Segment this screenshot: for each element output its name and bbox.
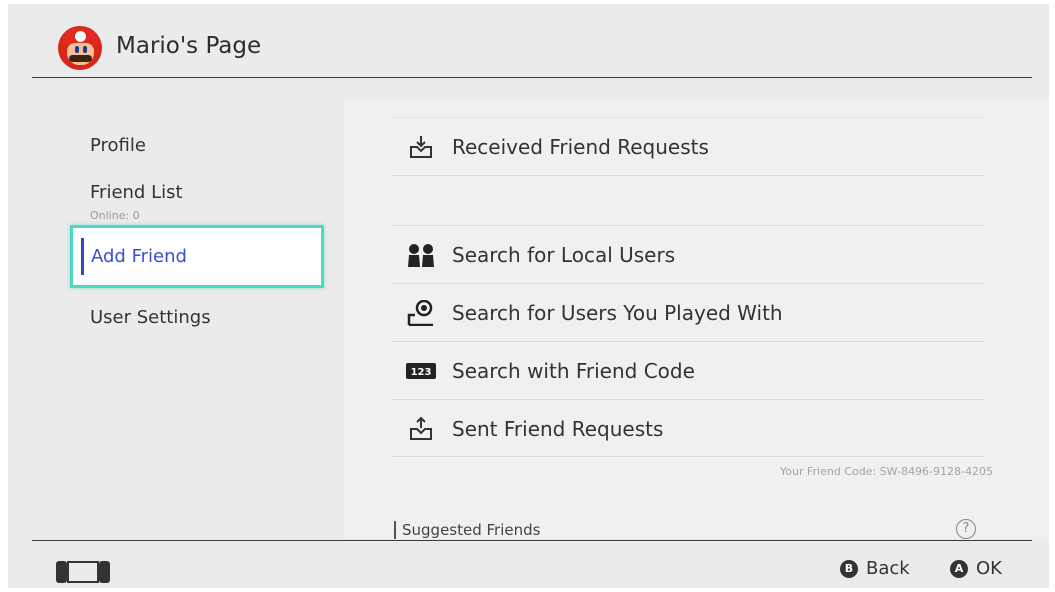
sidebar-item-profile[interactable]: Profile bbox=[90, 135, 146, 156]
friend-code-icon: 123 bbox=[406, 358, 436, 384]
header: Mario's Page bbox=[8, 4, 1049, 80]
row-label: Search for Users You Played With bbox=[452, 301, 783, 325]
header-divider bbox=[32, 77, 1032, 78]
inbox-download-icon bbox=[406, 134, 436, 160]
ok-button[interactable]: A OK bbox=[950, 558, 1002, 579]
back-button[interactable]: B Back bbox=[840, 558, 910, 579]
help-icon[interactable]: ? bbox=[956, 519, 976, 539]
inbox-upload-icon bbox=[406, 416, 436, 442]
row-label: Sent Friend Requests bbox=[452, 417, 664, 441]
friend-code-text: Your Friend Code: SW-8496-9128-4205 bbox=[780, 465, 993, 478]
mario-avatar-icon[interactable] bbox=[58, 26, 102, 70]
friend-list-online-count: Online: 0 bbox=[90, 209, 140, 222]
handheld-console-icon bbox=[56, 561, 110, 583]
suggested-friends-heading: Suggested Friends bbox=[394, 521, 540, 539]
a-button-icon: A bbox=[950, 559, 968, 578]
sent-friend-requests-row[interactable]: Sent Friend Requests bbox=[392, 399, 984, 457]
selection-indicator bbox=[81, 238, 84, 275]
search-local-users-row[interactable]: Search for Local Users bbox=[392, 225, 984, 283]
main-panel: Received Friend Requests Search for Loca… bbox=[344, 99, 1049, 539]
ok-label: OK bbox=[976, 558, 1002, 579]
back-label: Back bbox=[866, 558, 910, 579]
row-label: Received Friend Requests bbox=[452, 135, 709, 159]
row-label: Search with Friend Code bbox=[452, 359, 695, 383]
local-users-icon bbox=[406, 242, 436, 268]
page-title: Mario's Page bbox=[116, 33, 262, 59]
played-with-icon bbox=[406, 300, 436, 326]
sidebar-item-label: Add Friend bbox=[91, 246, 187, 267]
b-button-icon: B bbox=[840, 559, 858, 578]
sidebar-item-user-settings[interactable]: User Settings bbox=[90, 307, 211, 328]
search-friend-code-row[interactable]: 123 Search with Friend Code bbox=[392, 341, 984, 399]
sidebar: Profile Friend List Online: 0 User Setti… bbox=[8, 99, 344, 539]
footer-divider bbox=[32, 540, 1032, 541]
received-friend-requests-row[interactable]: Received Friend Requests bbox=[392, 117, 984, 175]
sidebar-item-add-friend[interactable]: Add Friend bbox=[70, 225, 324, 288]
row-label: Search for Local Users bbox=[452, 243, 676, 267]
screen: Mario's Page Profile Friend List Online:… bbox=[8, 4, 1049, 588]
search-played-with-row[interactable]: Search for Users You Played With bbox=[392, 283, 984, 341]
svg-text:123: 123 bbox=[411, 367, 432, 378]
sidebar-item-friend-list[interactable]: Friend List bbox=[90, 182, 183, 203]
